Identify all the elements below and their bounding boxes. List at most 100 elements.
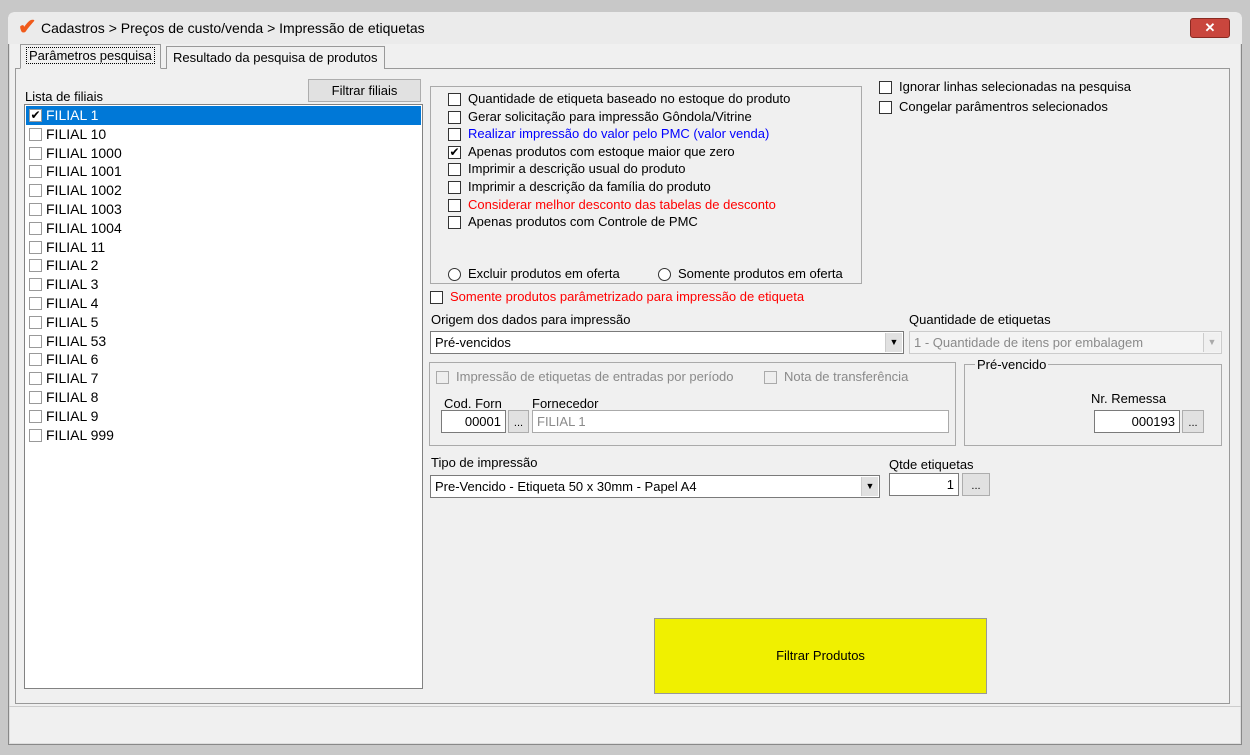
checkbox[interactable]	[448, 216, 461, 230]
checkbox[interactable]	[764, 371, 777, 384]
filter-branches-button[interactable]: Filtrar filiais	[308, 79, 421, 102]
branch-list-item[interactable]: FILIAL 2	[26, 256, 421, 275]
checkbox[interactable]	[29, 259, 42, 273]
radio-button[interactable]	[658, 268, 671, 281]
remessa-lookup-button[interactable]: ...	[1182, 410, 1204, 433]
checkbox[interactable]	[29, 221, 42, 235]
branch-list-item[interactable]: FILIAL 9	[26, 407, 421, 426]
branch-list-item[interactable]: FILIAL 1003	[26, 200, 421, 219]
branch-label: FILIAL 7	[46, 370, 99, 387]
checkbox[interactable]	[29, 409, 42, 423]
branch-list-item[interactable]: FILIAL 3	[26, 275, 421, 294]
branch-list-item[interactable]: FILIAL 4	[26, 294, 421, 313]
checkbox-label: Imprimir a descrição da família do produ…	[468, 179, 711, 194]
checkbox[interactable]	[29, 372, 42, 386]
qty-type-label: Quantidade de etiquetas	[909, 312, 1051, 327]
checkbox[interactable]	[448, 110, 461, 124]
status-divider	[9, 706, 1241, 707]
tab-resultado[interactable]: Resultado da pesquisa de produtos	[166, 46, 385, 69]
checkbox[interactable]	[879, 81, 892, 94]
branch-list-item[interactable]: FILIAL 5	[26, 313, 421, 332]
checkbox[interactable]	[29, 278, 42, 292]
close-button[interactable]: ✕	[1190, 18, 1230, 38]
checkbox[interactable]	[29, 315, 42, 329]
checkbox[interactable]	[448, 128, 461, 142]
checkbox-label: Ignorar linhas selecionadas na pesquisa	[899, 79, 1131, 94]
checkbox[interactable]	[29, 127, 42, 141]
checkbox-label: Congelar parâmentros selecionados	[899, 99, 1108, 114]
window-title: Cadastros > Preços de custo/venda > Impr…	[41, 20, 425, 36]
chevron-down-icon[interactable]: ▼	[1203, 333, 1220, 352]
checkbox-label: Realizar impressão do valor pelo PMC (va…	[468, 126, 770, 142]
branch-label: FILIAL 1003	[46, 201, 122, 217]
remessa-input[interactable]: 000193	[1094, 410, 1180, 433]
checkbox[interactable]	[879, 101, 892, 114]
branch-label: FILIAL 8	[46, 389, 99, 405]
branch-list-item[interactable]: FILIAL 1004	[26, 219, 421, 238]
branch-label: FILIAL 2	[46, 257, 99, 274]
checkbox-label: Quantidade de etiqueta baseado no estoqu…	[468, 91, 791, 106]
print-type-label: Tipo de impressão	[431, 455, 538, 470]
branch-label: FILIAL 9	[46, 407, 99, 424]
checkbox[interactable]	[29, 334, 42, 348]
branch-list[interactable]: ✔ FILIAL 1 FILIAL 10 FILIAL 1000 FILIAL 1001…	[24, 104, 423, 689]
radio-label: Excluir produtos em oferta	[468, 266, 620, 281]
branch-label: FILIAL 1000	[46, 144, 122, 161]
supplier-input[interactable]: FILIAL 1	[532, 410, 949, 433]
branch-label: FILIAL 1001	[46, 163, 122, 180]
checkbox[interactable]	[29, 184, 42, 198]
branch-list-item[interactable]: FILIAL 1001	[26, 162, 421, 181]
checkbox[interactable]	[29, 297, 42, 310]
branch-list-item[interactable]: FILIAL 999	[26, 426, 421, 445]
branch-list-item[interactable]: ✔ FILIAL 1	[26, 106, 421, 125]
checkbox[interactable]	[436, 371, 449, 384]
branch-list-item[interactable]: FILIAL 53	[26, 332, 421, 351]
checkbox[interactable]	[29, 353, 42, 367]
tab-parametros[interactable]: Parâmetros pesquisa	[20, 44, 161, 69]
qty-type-value: 1 - Quantidade de itens por embalagem	[914, 335, 1144, 350]
checkbox-label: Nota de transferência	[784, 369, 909, 384]
checkbox[interactable]	[29, 146, 42, 160]
cod-forn-lookup-button[interactable]: ...	[508, 410, 529, 433]
qtde-lookup-button[interactable]: ...	[962, 473, 990, 496]
cod-forn-label: Cod. Forn	[444, 396, 502, 411]
checkbox[interactable]	[29, 428, 42, 442]
checkbox[interactable]	[29, 240, 42, 254]
branch-label: FILIAL 6	[46, 351, 99, 368]
branch-label: FILIAL 10	[46, 125, 107, 142]
checkbox-label: Imprimir a descrição usual do produto	[468, 161, 686, 177]
checkbox[interactable]	[448, 163, 461, 177]
checkbox[interactable]	[448, 181, 461, 194]
checkbox[interactable]	[448, 198, 461, 212]
title-bar: ✔ Cadastros > Preços de custo/venda > Im…	[8, 12, 1242, 44]
origin-select[interactable]: Pré-vencidos ▼	[430, 331, 904, 354]
chevron-down-icon[interactable]: ▼	[885, 333, 902, 352]
radio-label: Somente produtos em oferta	[678, 266, 843, 281]
checkbox[interactable]	[29, 203, 42, 216]
checkbox[interactable]	[448, 93, 461, 106]
supplier-label: Fornecedor	[532, 396, 599, 411]
branch-list-item[interactable]: FILIAL 1002	[26, 181, 421, 200]
checkbox[interactable]	[430, 291, 443, 304]
filter-products-button[interactable]: Filtrar Produtos	[654, 618, 987, 694]
app-logo-icon: ✔	[18, 14, 37, 39]
branch-list-item[interactable]: FILIAL 8	[26, 388, 421, 407]
cod-forn-input[interactable]: 00001	[441, 410, 506, 433]
branch-list-item[interactable]: FILIAL 10	[26, 125, 421, 144]
branch-list-item[interactable]: FILIAL 7	[26, 369, 421, 388]
radio-button[interactable]	[448, 268, 461, 281]
checkbox-label: Apenas produtos com Controle de PMC	[468, 214, 698, 230]
branch-list-item[interactable]: FILIAL 6	[26, 350, 421, 369]
checkbox[interactable]: ✔	[448, 145, 461, 159]
chevron-down-icon[interactable]: ▼	[861, 477, 878, 496]
checkbox[interactable]	[29, 165, 42, 179]
qtde-input[interactable]: 1	[889, 473, 959, 496]
print-type-select[interactable]: Pre-Vencido - Etiqueta 50 x 30mm - Papel…	[430, 475, 880, 498]
checkbox[interactable]: ✔	[29, 109, 42, 122]
checkbox-label: Somente produtos parâmetrizado para impr…	[450, 289, 805, 304]
qty-type-select[interactable]: 1 - Quantidade de itens por embalagem ▼	[909, 331, 1222, 354]
branch-list-item[interactable]: FILIAL 1000	[26, 144, 421, 163]
checkbox[interactable]	[29, 391, 42, 404]
branch-list-item[interactable]: FILIAL 11	[26, 238, 421, 257]
checkbox-label: Gerar solicitação para impressão Gôndola…	[468, 108, 752, 124]
